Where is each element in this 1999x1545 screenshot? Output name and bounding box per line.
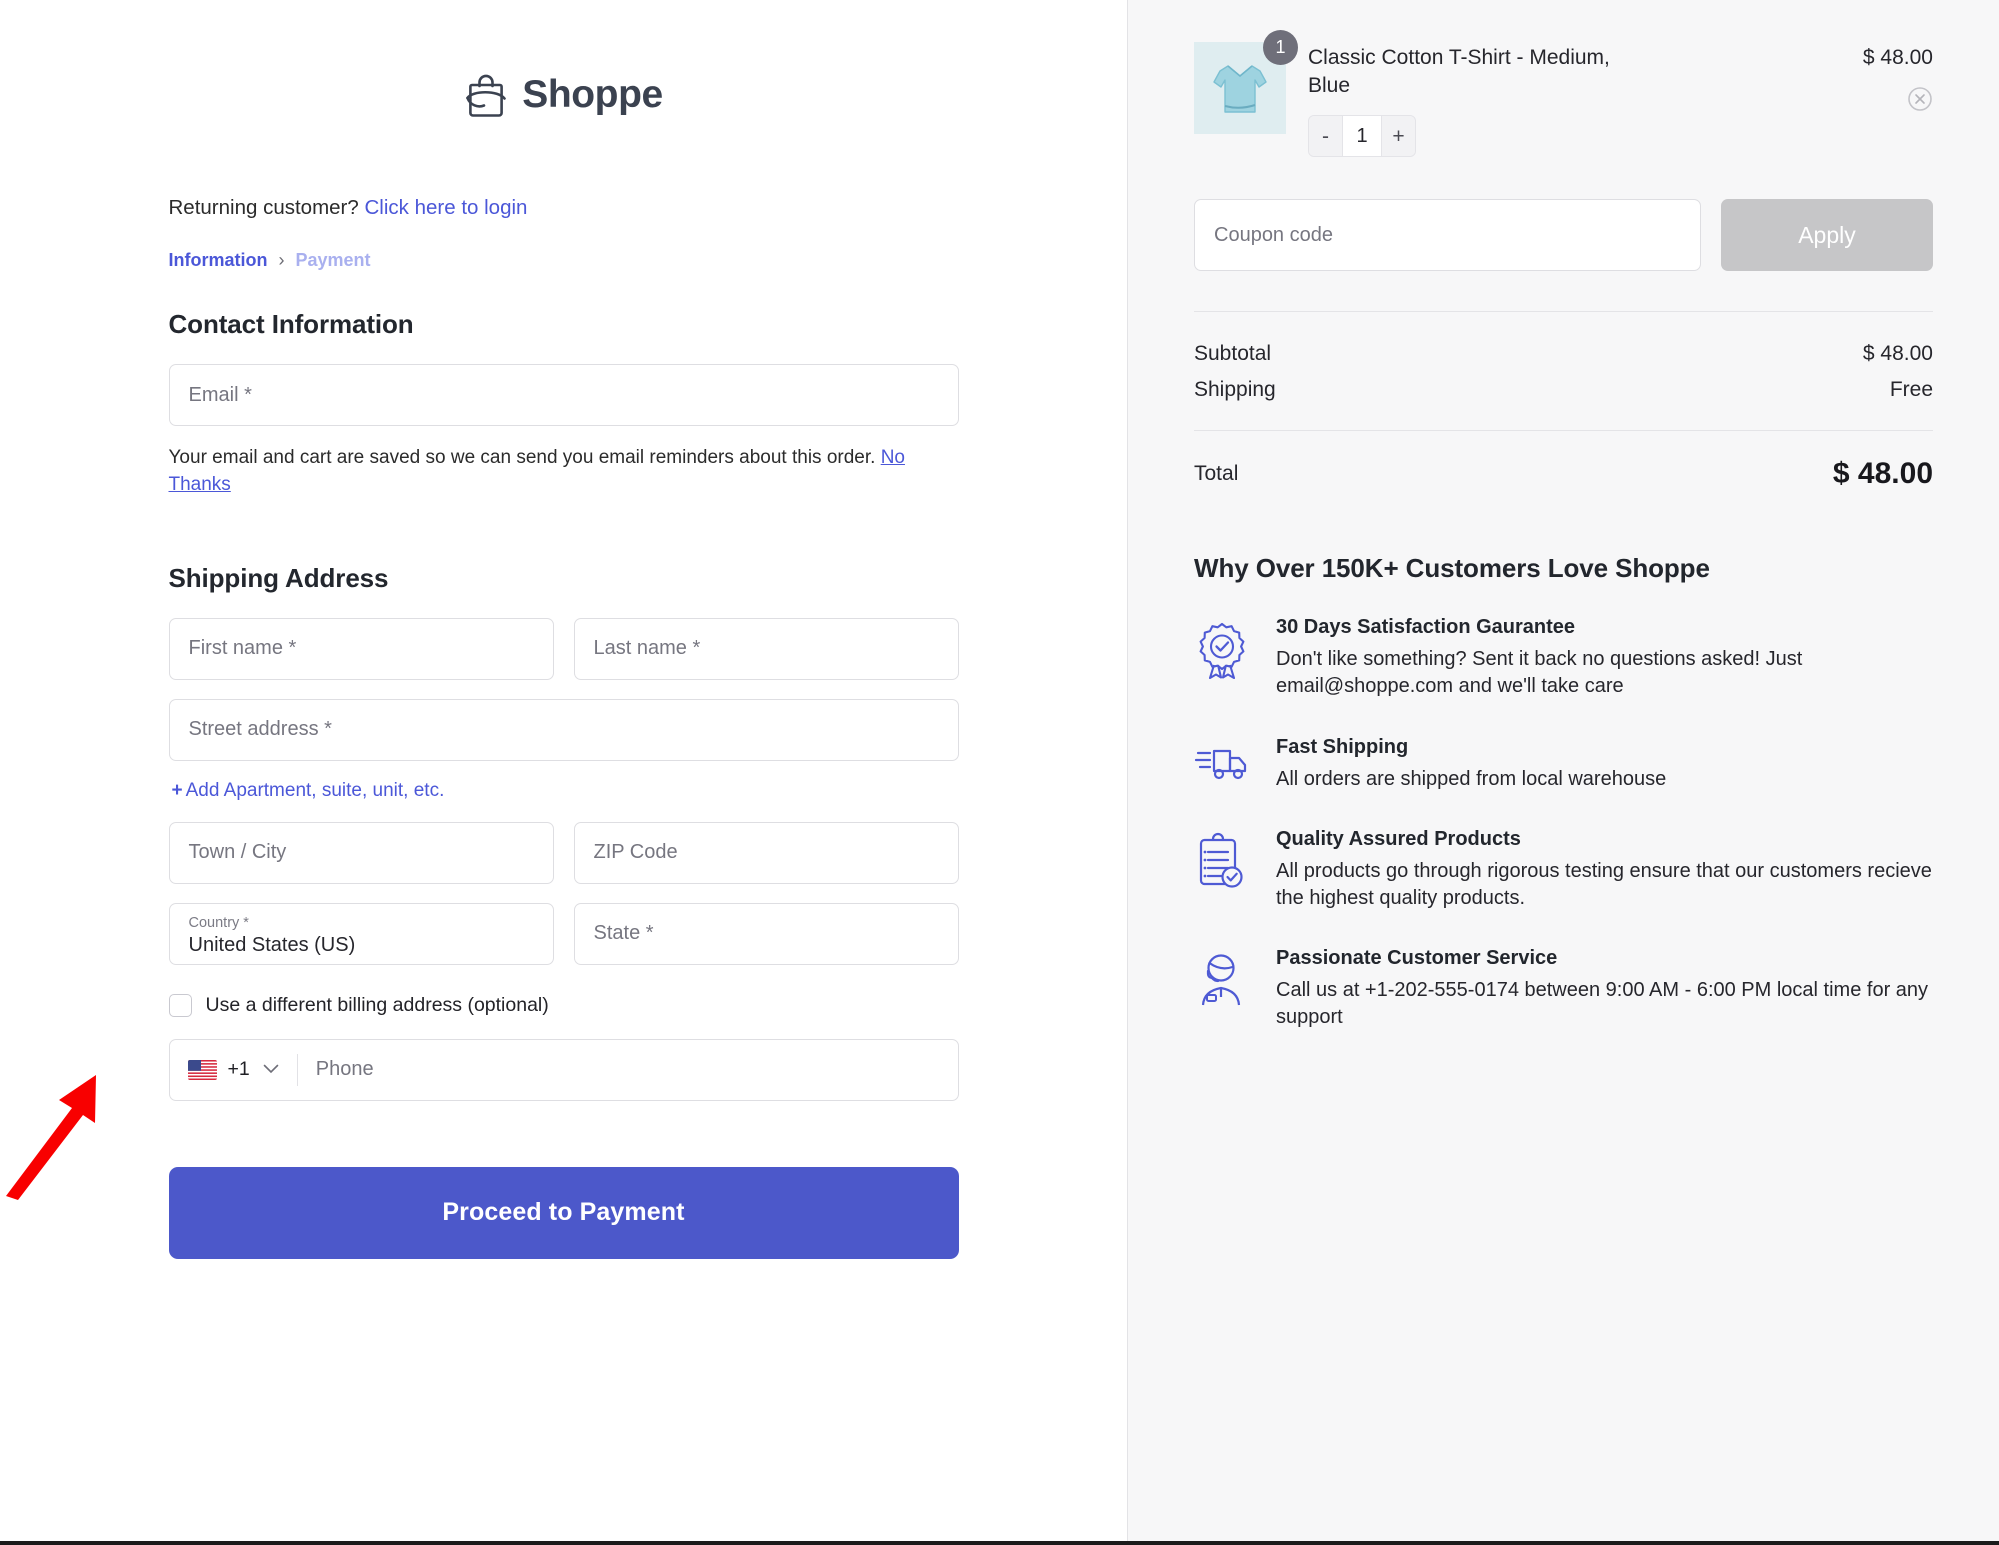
cart-item-price: $ 48.00 (1863, 46, 1933, 70)
benefit-description: All products go through rigorous testing… (1276, 858, 1933, 911)
benefit-title: Passionate Customer Service (1276, 947, 1933, 970)
brand-header: Shoppe (169, 72, 959, 118)
quantity-stepper[interactable]: - 1 + (1308, 115, 1416, 157)
proceed-to-payment-button[interactable]: Proceed to Payment (169, 1167, 959, 1259)
chevron-down-icon[interactable] (263, 1061, 279, 1079)
totals-block: Subtotal $ 48.00 Shipping Free (1194, 312, 1933, 408)
total-value: $ 48.00 (1833, 457, 1933, 491)
zip-field[interactable]: ZIP Code (574, 822, 959, 884)
returning-customer-text: Returning customer? (169, 196, 359, 219)
cart-item-qty-badge: 1 (1263, 30, 1298, 65)
qty-decrease-button[interactable]: - (1309, 116, 1342, 156)
benefit-item: Quality Assured Products All products go… (1194, 828, 1933, 911)
order-summary-column: 1 Classic Cotton T-Shirt - Medium, Blue … (1128, 0, 1999, 1541)
shipping-address-title: Shipping Address (169, 563, 959, 594)
total-row: Total $ 48.00 (1194, 431, 1933, 491)
benefit-title: 30 Days Satisfaction Gaurantee (1276, 616, 1933, 639)
shipping-row: Shipping Free (1194, 372, 1933, 408)
name-row: First name * Last name * (169, 618, 959, 699)
benefit-description: Call us at +1-202-555-0174 between 9:00 … (1276, 977, 1933, 1030)
phone-dial-code: +1 (228, 1058, 250, 1081)
clipboard-check-icon (1194, 828, 1252, 911)
phone-placeholder: Phone (316, 1058, 374, 1081)
add-apartment-label: Add Apartment, suite, unit, etc. (186, 780, 445, 801)
email-field[interactable]: Email * (169, 364, 959, 426)
cart-item-details: Classic Cotton T-Shirt - Medium, Blue - … (1308, 42, 1841, 157)
benefit-text: Quality Assured Products All products go… (1276, 828, 1933, 911)
benefit-text: Fast Shipping All orders are shipped fro… (1276, 736, 1666, 793)
subtotal-label: Subtotal (1194, 342, 1271, 366)
checkout-form-column: Shoppe Returning customer? Click here to… (0, 0, 1128, 1541)
total-label: Total (1194, 462, 1238, 486)
benefit-item: Passionate Customer Service Call us at +… (1194, 947, 1933, 1030)
subtotal-value: $ 48.00 (1863, 342, 1933, 366)
coupon-row: Coupon code Apply (1194, 199, 1933, 271)
delivery-truck-icon (1194, 736, 1252, 793)
benefit-text: 30 Days Satisfaction Gaurantee Don't lik… (1276, 616, 1933, 699)
cart-line-item: 1 Classic Cotton T-Shirt - Medium, Blue … (1194, 42, 1933, 157)
cart-item-title: Classic Cotton T-Shirt - Medium, Blue (1308, 44, 1638, 99)
benefit-item: Fast Shipping All orders are shipped fro… (1194, 736, 1933, 793)
shipping-label: Shipping (1194, 378, 1276, 402)
city-placeholder: Town / City (189, 841, 287, 864)
country-select[interactable]: Country * United States (US) (169, 903, 554, 965)
state-placeholder: State * (594, 922, 654, 945)
state-select[interactable]: State * (574, 903, 959, 965)
remove-circle-x-icon[interactable] (1907, 86, 1933, 115)
subtotal-row: Subtotal $ 48.00 (1194, 336, 1933, 372)
contact-information-title: Contact Information (169, 309, 959, 340)
breadcrumb: Information › Payment (169, 250, 959, 271)
coupon-placeholder: Coupon code (1214, 224, 1333, 247)
benefit-description: All orders are shipped from local wareho… (1276, 766, 1666, 793)
phone-field[interactable]: +1 Phone (169, 1039, 959, 1101)
benefit-item: 30 Days Satisfaction Gaurantee Don't lik… (1194, 616, 1933, 699)
country-value: United States (US) (189, 932, 356, 958)
street-address-placeholder: Street address * (189, 718, 332, 741)
benefit-title: Quality Assured Products (1276, 828, 1933, 851)
first-name-placeholder: First name * (189, 637, 297, 660)
brand-name: Shoppe (522, 73, 663, 117)
product-thumbnail-wrapper: 1 (1194, 42, 1286, 134)
email-placeholder: Email * (189, 384, 252, 407)
qty-increase-button[interactable]: + (1382, 116, 1415, 156)
us-flag-icon (188, 1060, 217, 1080)
email-save-note-text: Your email and cart are saved so we can … (169, 447, 881, 468)
login-link[interactable]: Click here to login (365, 196, 528, 219)
first-name-field[interactable]: First name * (169, 618, 554, 680)
last-name-field[interactable]: Last name * (574, 618, 959, 680)
zip-placeholder: ZIP Code (594, 841, 678, 864)
add-apartment-link[interactable]: +Add Apartment, suite, unit, etc. (172, 780, 959, 802)
coupon-input[interactable]: Coupon code (1194, 199, 1701, 271)
breadcrumb-item-payment[interactable]: Payment (296, 250, 371, 271)
why-section-title: Why Over 150K+ Customers Love Shoppe (1194, 553, 1933, 584)
apply-coupon-button[interactable]: Apply (1721, 199, 1933, 271)
breadcrumb-item-information[interactable]: Information (169, 250, 268, 271)
benefit-description: Don't like something? Sent it back no qu… (1276, 646, 1933, 699)
guarantee-badge-icon (1194, 616, 1252, 699)
street-address-field[interactable]: Street address * (169, 699, 959, 761)
city-zip-row: Town / City ZIP Code (169, 822, 959, 903)
phone-divider (297, 1054, 298, 1086)
billing-address-checkbox[interactable] (169, 994, 192, 1017)
billing-address-checkbox-label: Use a different billing address (optiona… (206, 994, 549, 1017)
shopping-bag-icon (464, 72, 508, 118)
cart-item-right: $ 48.00 (1863, 42, 1933, 115)
returning-customer-row: Returning customer? Click here to login (169, 196, 959, 220)
city-field[interactable]: Town / City (169, 822, 554, 884)
benefit-text: Passionate Customer Service Call us at +… (1276, 947, 1933, 1030)
last-name-placeholder: Last name * (594, 637, 701, 660)
qty-value: 1 (1342, 116, 1382, 156)
benefit-title: Fast Shipping (1276, 736, 1666, 759)
shipping-value: Free (1890, 378, 1933, 402)
headset-agent-icon (1194, 947, 1252, 1030)
plus-icon: + (172, 780, 183, 801)
checkout-page: Shoppe Returning customer? Click here to… (0, 0, 1999, 1545)
country-state-row: Country * United States (US) State * (169, 903, 959, 984)
country-label: Country * (189, 914, 249, 932)
email-save-note: Your email and cart are saved so we can … (169, 445, 909, 499)
billing-address-checkbox-row[interactable]: Use a different billing address (optiona… (169, 994, 959, 1017)
chevron-right-icon: › (279, 250, 285, 271)
